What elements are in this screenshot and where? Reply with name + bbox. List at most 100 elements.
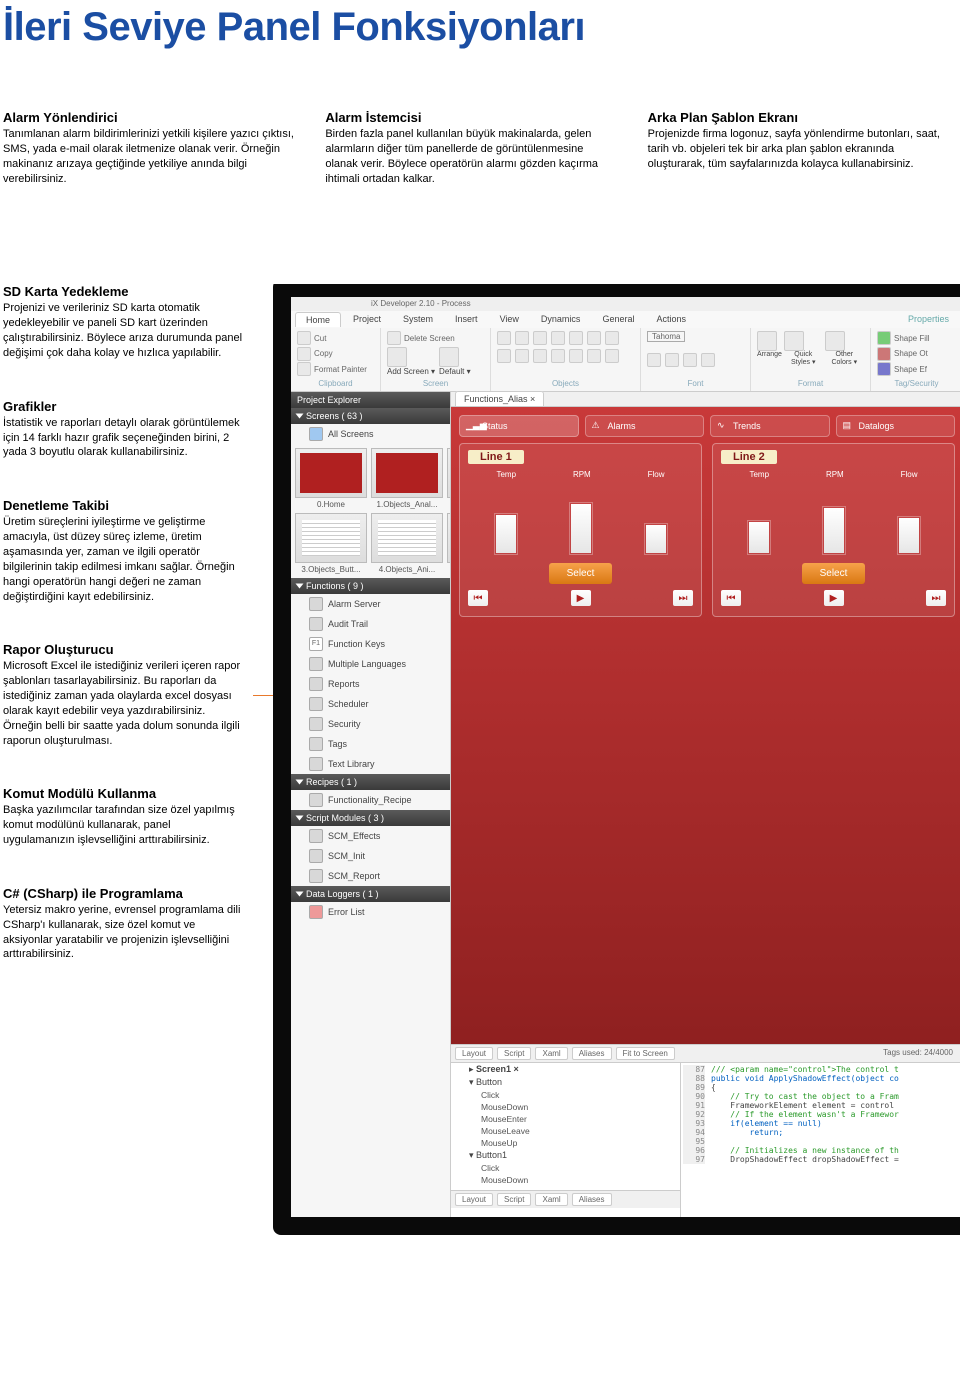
- object-icon[interactable]: [587, 349, 601, 363]
- status-tab-script[interactable]: Script: [497, 1193, 531, 1206]
- status-tab-layout[interactable]: Layout: [455, 1047, 493, 1060]
- hmi-tab-trends[interactable]: ∿Trends: [710, 415, 830, 437]
- ribbon-shape-effects[interactable]: Shape Ef: [877, 362, 956, 376]
- ribbon-shape-fill[interactable]: Shape Fill: [877, 331, 956, 345]
- object-icon[interactable]: [515, 331, 529, 345]
- menu-actions[interactable]: Actions: [646, 312, 696, 327]
- play-icon[interactable]: ▶: [824, 590, 844, 606]
- status-tab-aliases[interactable]: Aliases: [572, 1193, 612, 1206]
- menu-insert[interactable]: Insert: [445, 312, 488, 327]
- underline-icon[interactable]: [683, 353, 697, 367]
- outline-event[interactable]: MouseDown: [451, 1174, 680, 1186]
- hmi-select-button[interactable]: Select: [802, 563, 866, 584]
- object-icon[interactable]: [497, 331, 511, 345]
- status-tab-xaml[interactable]: Xaml: [535, 1047, 567, 1060]
- functions-header[interactable]: Functions ( 9 ): [291, 578, 450, 594]
- menu-system[interactable]: System: [393, 312, 443, 327]
- screen-thumb[interactable]: 3.Objects_Butt...: [295, 513, 367, 574]
- explorer-item-alarm-server[interactable]: Alarm Server: [291, 594, 450, 614]
- ribbon-delete-screen[interactable]: Delete Screen: [387, 331, 484, 345]
- hmi-tab-datalogs[interactable]: ▤Datalogs: [836, 415, 956, 437]
- ribbon-arrange[interactable]: Arrange: [757, 331, 782, 366]
- canvas-tab[interactable]: Functions_Alias ×: [455, 391, 544, 407]
- outline-event[interactable]: MouseLeave: [451, 1125, 680, 1137]
- outline-root[interactable]: ▸ Screen1 ×: [451, 1063, 680, 1076]
- bold-icon[interactable]: [647, 353, 661, 367]
- menu-home[interactable]: Home: [295, 312, 341, 327]
- font-icon[interactable]: [701, 353, 715, 367]
- screen-thumb[interactable]: 1.Objects_Anal...: [371, 448, 443, 509]
- hmi-select-button[interactable]: Select: [549, 563, 613, 584]
- ribbon-copy[interactable]: Copy: [297, 347, 374, 361]
- object-icon[interactable]: [551, 331, 565, 345]
- outline-event[interactable]: Click: [451, 1089, 680, 1101]
- status-tab-xaml[interactable]: Xaml: [535, 1193, 567, 1206]
- object-icon[interactable]: [569, 331, 583, 345]
- menu-view[interactable]: View: [490, 312, 529, 327]
- hmi-tab-alarms[interactable]: ⚠Alarms: [585, 415, 705, 437]
- outline-event[interactable]: MouseDown: [451, 1101, 680, 1113]
- loggers-header[interactable]: Data Loggers ( 1 ): [291, 886, 450, 902]
- menu-project[interactable]: Project: [343, 312, 391, 327]
- ribbon-format-painter[interactable]: Format Painter: [297, 362, 374, 376]
- explorer-item-scheduler[interactable]: Scheduler: [291, 694, 450, 714]
- object-icon[interactable]: [533, 349, 547, 363]
- status-tab-script[interactable]: Script: [497, 1047, 531, 1060]
- object-icon[interactable]: [551, 349, 565, 363]
- hmi-tab-status[interactable]: ▁▃▅Status: [459, 415, 579, 437]
- explorer-item-errorlist[interactable]: Error List: [291, 902, 450, 922]
- next-icon[interactable]: ⏭: [926, 590, 946, 606]
- object-icon[interactable]: [605, 331, 619, 345]
- object-icon[interactable]: [533, 331, 547, 345]
- play-icon[interactable]: ▶: [571, 590, 591, 606]
- next-icon[interactable]: ⏭: [673, 590, 693, 606]
- explorer-item-script[interactable]: SCM_Effects: [291, 826, 450, 846]
- explorer-item-script[interactable]: SCM_Report: [291, 866, 450, 886]
- feature-body: Projenizi ve verileriniz SD karta otomat…: [3, 301, 243, 360]
- prev-icon[interactable]: ⏮: [468, 590, 488, 606]
- ribbon-shape-outline[interactable]: Shape Ot: [877, 347, 956, 361]
- object-icon[interactable]: [587, 331, 601, 345]
- explorer-item-text-library[interactable]: Text Library: [291, 754, 450, 774]
- explorer-item-security[interactable]: Security: [291, 714, 450, 734]
- outline-item[interactable]: ▾ Button1: [451, 1149, 680, 1162]
- hmi-controls: ⏮ ▶ ⏭: [721, 590, 946, 606]
- italic-icon[interactable]: [665, 353, 679, 367]
- outline-event[interactable]: MouseUp: [451, 1137, 680, 1149]
- ribbon-quick-styles[interactable]: Quick Styles ▾: [784, 331, 823, 366]
- all-screens-item[interactable]: All Screens: [291, 424, 450, 444]
- status-tab-layout[interactable]: Layout: [455, 1193, 493, 1206]
- screens-header[interactable]: Screens ( 63 ): [291, 408, 450, 424]
- font-name-select[interactable]: Tahoma: [647, 331, 685, 342]
- menu-general[interactable]: General: [592, 312, 644, 327]
- object-icon[interactable]: [605, 349, 619, 363]
- explorer-item-script[interactable]: SCM_Init: [291, 846, 450, 866]
- ribbon-other-colors[interactable]: Other Colors ▾: [825, 331, 864, 366]
- ribbon-add-screen[interactable]: Add Screen ▾: [387, 347, 435, 376]
- explorer-item-function-keys[interactable]: F1Function Keys: [291, 634, 450, 654]
- outline-event[interactable]: MouseEnter: [451, 1113, 680, 1125]
- object-icon[interactable]: [497, 349, 511, 363]
- explorer-item-languages[interactable]: Multiple Languages: [291, 654, 450, 674]
- explorer-item-reports[interactable]: Reports: [291, 674, 450, 694]
- code-line: 89{: [683, 1083, 960, 1092]
- status-tab-aliases[interactable]: Aliases: [572, 1047, 612, 1060]
- prev-icon[interactable]: ⏮: [721, 590, 741, 606]
- code-editor[interactable]: 87/// <param name="control">The control …: [681, 1063, 960, 1217]
- recipes-header[interactable]: Recipes ( 1 ): [291, 774, 450, 790]
- screen-thumb[interactable]: 0.Home: [295, 448, 367, 509]
- fit-to-screen[interactable]: Fit to Screen: [616, 1047, 675, 1060]
- menu-properties[interactable]: Properties: [898, 312, 959, 327]
- explorer-item-audit-trail[interactable]: Audit Trail: [291, 614, 450, 634]
- outline-event[interactable]: Click: [451, 1162, 680, 1174]
- object-icon[interactable]: [515, 349, 529, 363]
- menu-dynamics[interactable]: Dynamics: [531, 312, 591, 327]
- scripts-header[interactable]: Script Modules ( 3 ): [291, 810, 450, 826]
- explorer-item-recipe[interactable]: Functionality_Recipe: [291, 790, 450, 810]
- ribbon-cut[interactable]: Cut: [297, 331, 374, 345]
- screen-thumb[interactable]: 4.Objects_Ani...: [371, 513, 443, 574]
- object-icon[interactable]: [569, 349, 583, 363]
- outline-item[interactable]: ▾ Button: [451, 1076, 680, 1089]
- ribbon-default[interactable]: Default ▾: [439, 347, 471, 376]
- explorer-item-tags[interactable]: Tags: [291, 734, 450, 754]
